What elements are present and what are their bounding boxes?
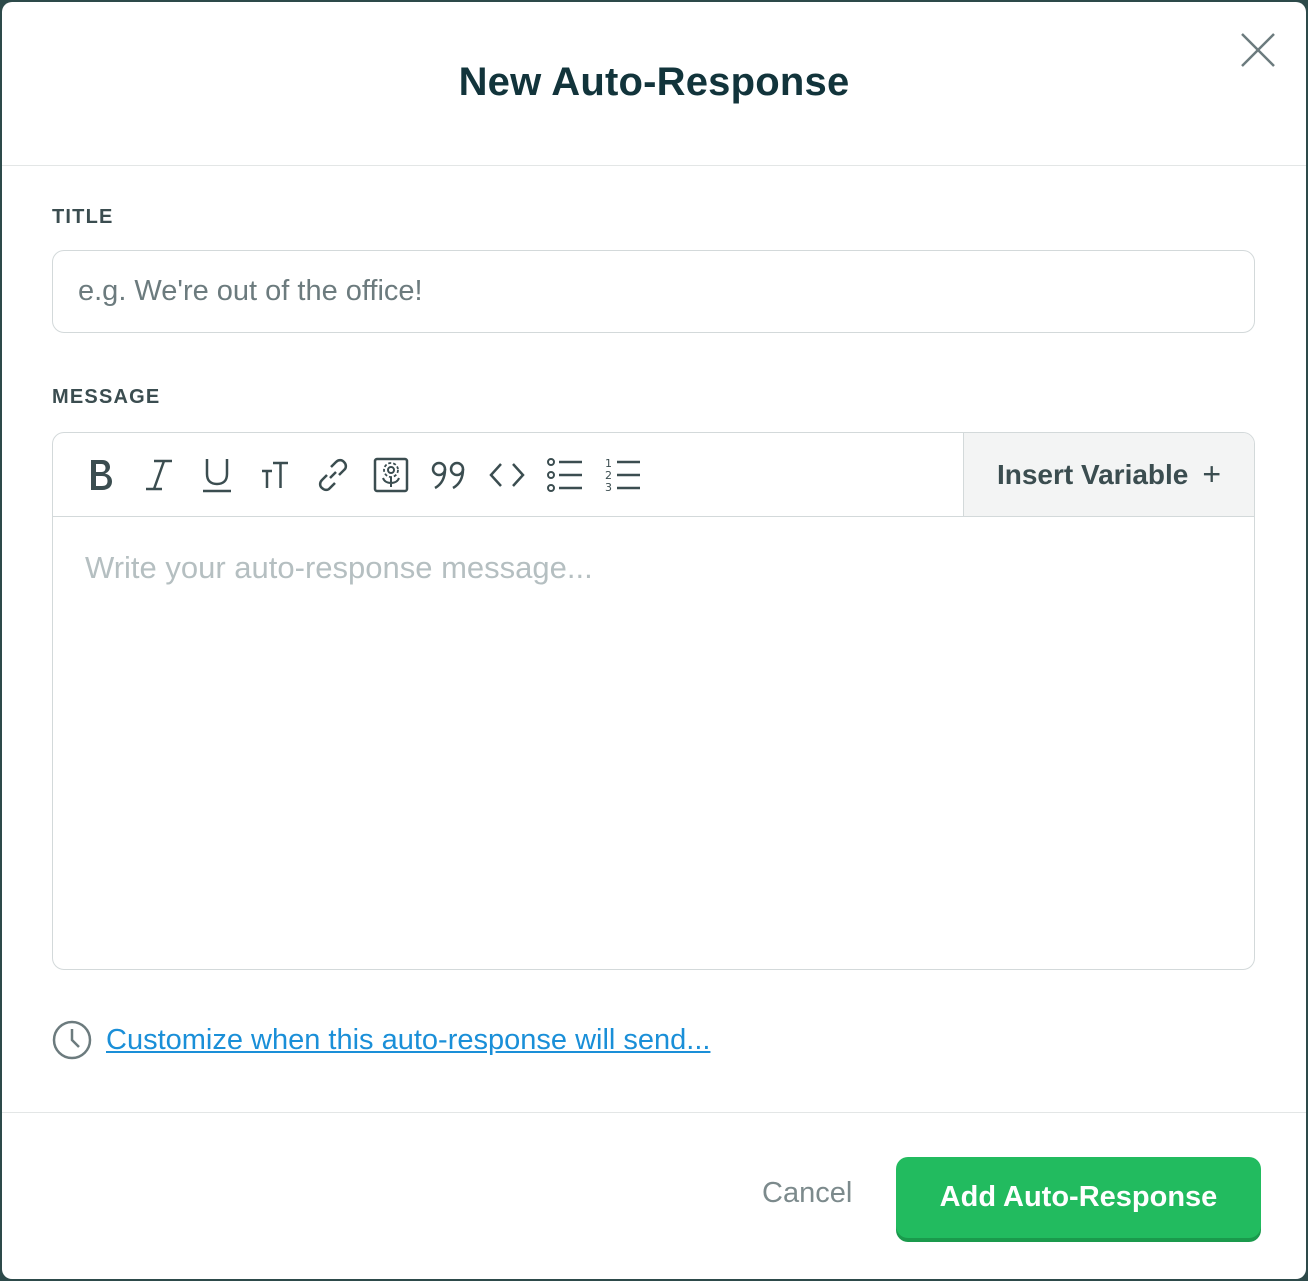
editor-toolbar: 1 2 3 Insert Variable + xyxy=(53,433,1254,517)
code-icon xyxy=(489,462,525,487)
clock-icon xyxy=(52,1020,92,1060)
underline-button[interactable] xyxy=(195,453,239,497)
message-placeholder: Write your auto-response message... xyxy=(85,550,593,585)
plus-icon: + xyxy=(1202,456,1222,492)
underline-icon xyxy=(203,458,231,492)
quote-icon xyxy=(431,461,465,489)
italic-button[interactable] xyxy=(137,453,181,497)
numbered-list-button[interactable]: 1 2 3 xyxy=(601,453,645,497)
quote-button[interactable] xyxy=(427,453,471,497)
auto-response-dialog: New Auto-Response TITLE MESSAGE xyxy=(2,2,1306,1279)
customize-schedule-link[interactable]: Customize when this auto-response will s… xyxy=(106,1024,710,1057)
dialog-footer: Cancel Add Auto-Response xyxy=(2,1112,1306,1279)
text-size-button[interactable] xyxy=(253,453,297,497)
close-icon xyxy=(1241,33,1275,67)
insert-variable-label: Insert Variable xyxy=(996,458,1189,490)
message-label: MESSAGE xyxy=(52,386,161,408)
cancel-button[interactable]: Cancel xyxy=(762,1177,852,1210)
schedule-row: Customize when this auto-response will s… xyxy=(52,1020,710,1060)
image-icon xyxy=(373,457,409,492)
dialog-header: New Auto-Response xyxy=(2,2,1306,166)
bullet-list-icon xyxy=(547,457,582,492)
bold-icon xyxy=(91,459,112,490)
code-button[interactable] xyxy=(485,453,529,497)
message-editor: 1 2 3 Insert Variable + Write your auto-… xyxy=(52,432,1255,970)
image-button[interactable] xyxy=(369,453,413,497)
title-input[interactable] xyxy=(52,250,1255,333)
close-button[interactable] xyxy=(1238,30,1278,70)
italic-icon xyxy=(146,459,172,490)
dialog-title: New Auto-Response xyxy=(458,60,850,104)
link-icon xyxy=(318,458,348,491)
bullet-list-button[interactable] xyxy=(543,453,587,497)
message-textarea[interactable]: Write your auto-response message... xyxy=(53,518,1254,969)
add-auto-response-button[interactable]: Add Auto-Response xyxy=(896,1157,1261,1238)
link-button[interactable] xyxy=(311,453,355,497)
svg-text:3: 3 xyxy=(605,481,612,493)
text-size-icon xyxy=(262,461,288,488)
insert-variable-button[interactable]: Insert Variable + xyxy=(963,433,1254,516)
numbered-list-icon: 1 2 3 xyxy=(605,457,640,493)
bold-button[interactable] xyxy=(79,453,123,497)
title-label: TITLE xyxy=(52,206,114,228)
